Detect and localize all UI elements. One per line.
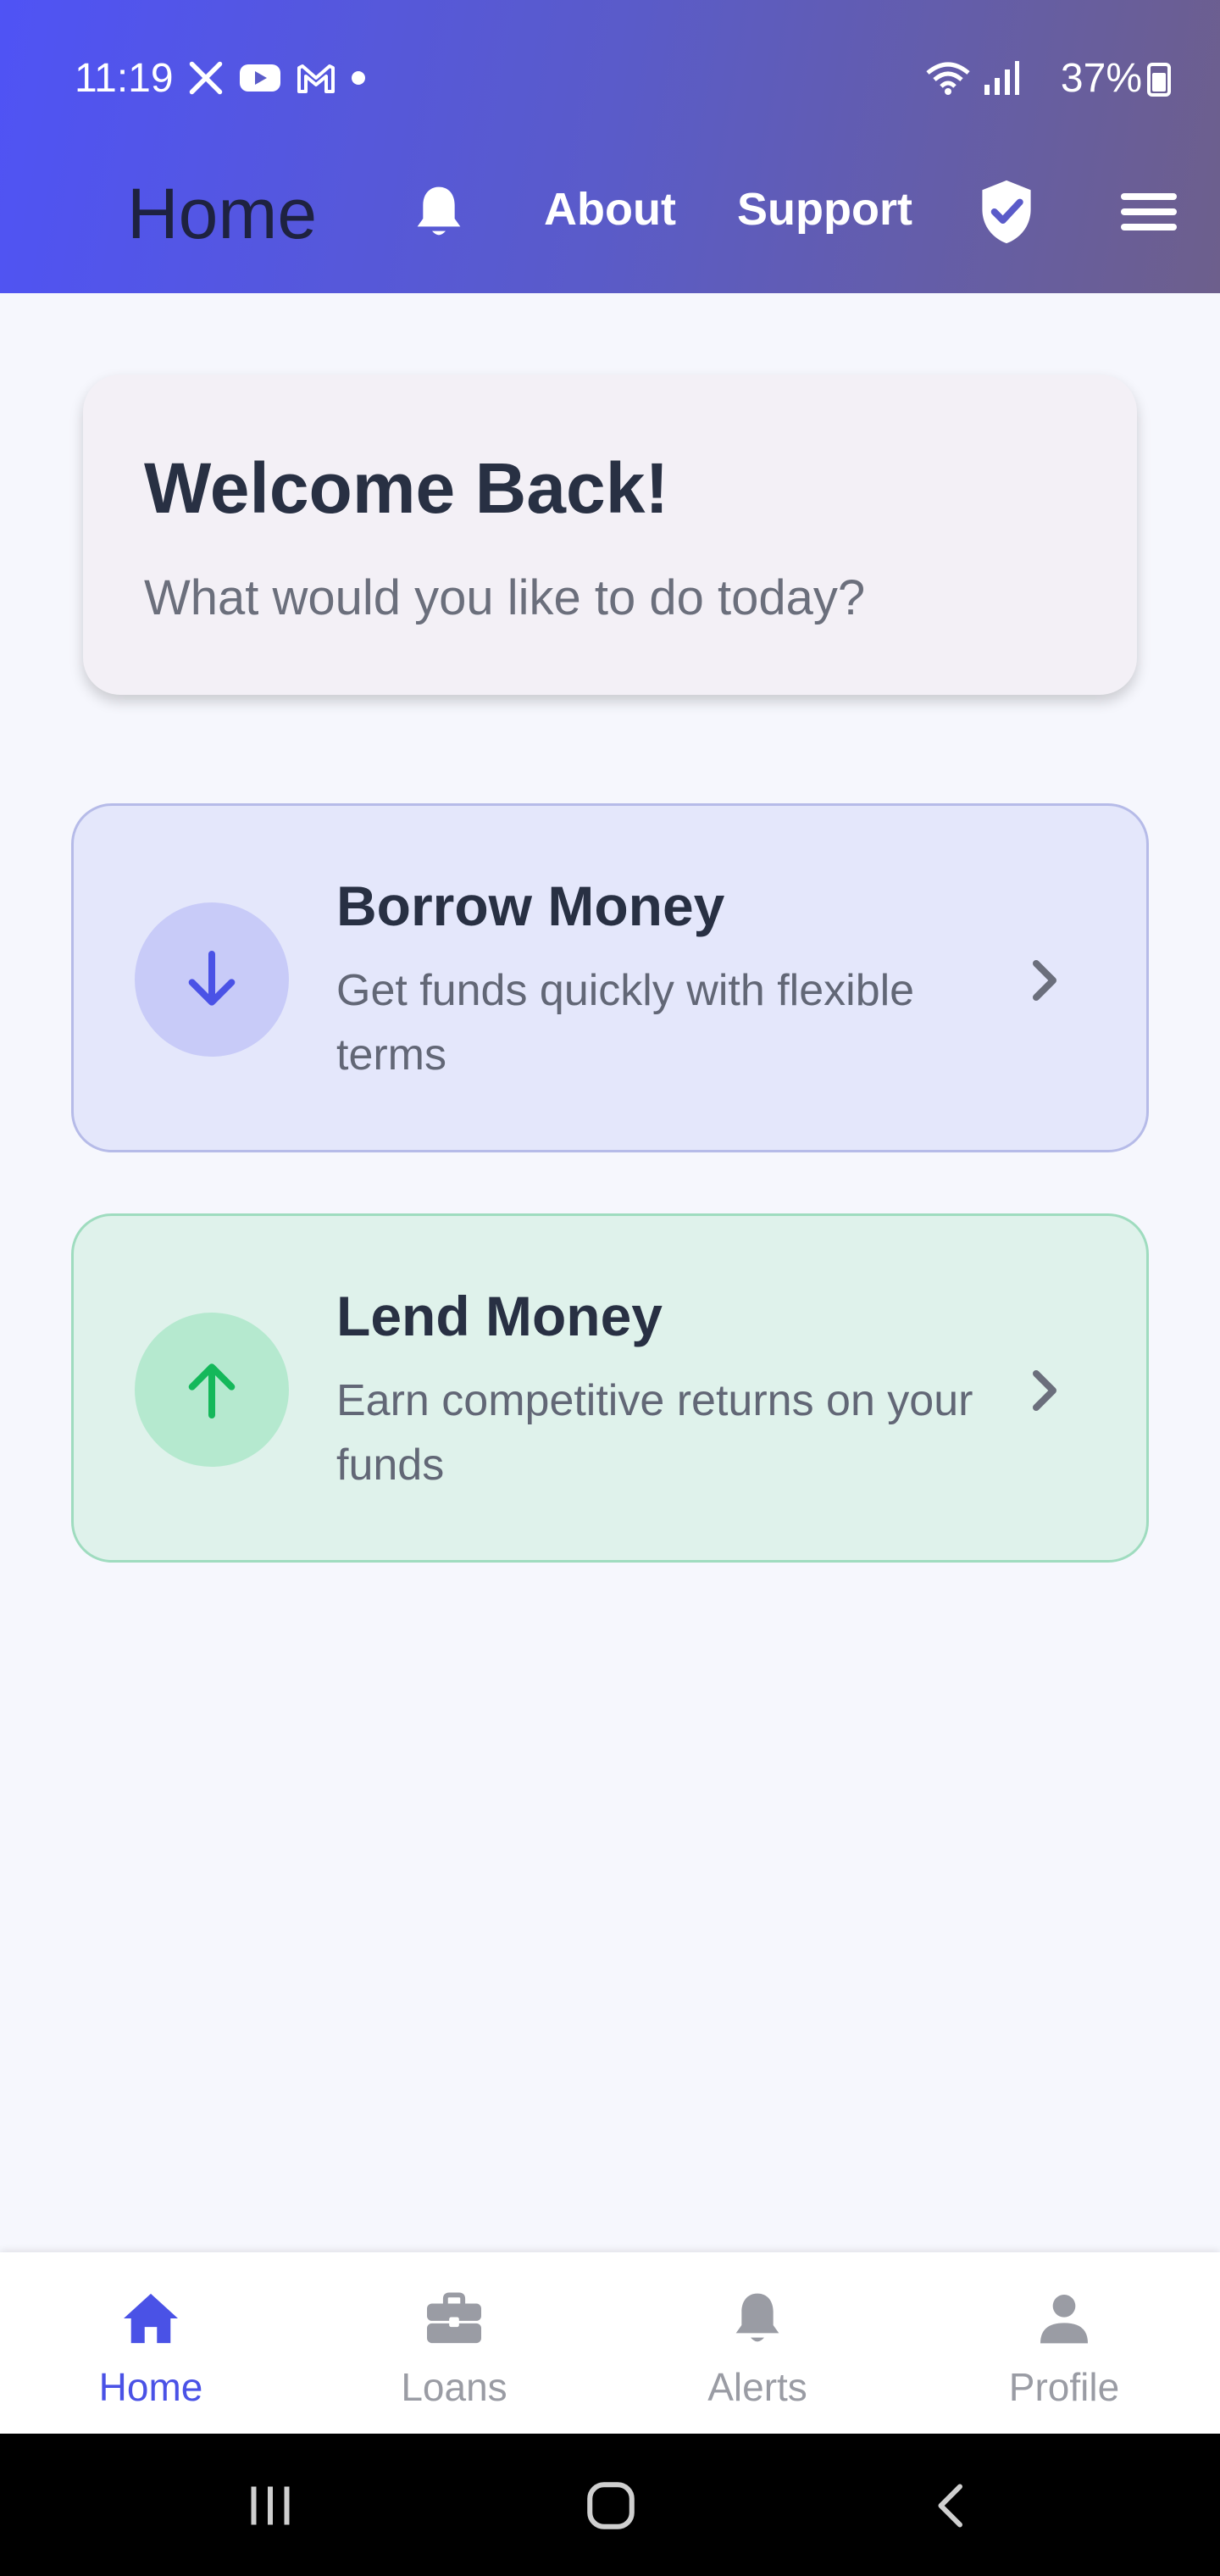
bottom-nav-alerts[interactable]: Alerts [656, 2271, 859, 2423]
hamburger-menu-icon [1121, 193, 1177, 230]
person-icon [1030, 2285, 1098, 2352]
bottom-nav: Home Loans Alerts Profile [0, 2252, 1220, 2434]
dot-icon [350, 69, 367, 86]
x-app-icon [187, 59, 225, 97]
bottom-nav-label: Alerts [707, 2365, 807, 2409]
shield-check-icon [982, 180, 1031, 244]
lend-icon-circle [135, 1313, 289, 1467]
screen: 11:19 37% Home About Support Welcome Bac… [0, 0, 1220, 2576]
bottom-nav-loans[interactable]: Loans [352, 2271, 556, 2423]
battery-icon [1147, 63, 1171, 97]
bell-icon [417, 186, 461, 236]
borrow-title: Borrow Money [336, 874, 725, 937]
battery-percent: 37% [1060, 55, 1142, 101]
lend-money-card[interactable]: Lend Money Earn competitive returns on y… [71, 1213, 1149, 1563]
page-title: Home [127, 174, 318, 253]
chevron-right-icon [1021, 1357, 1068, 1424]
borrow-icon-circle [135, 902, 289, 1057]
recent-apps-button[interactable] [232, 2468, 308, 2544]
bottom-nav-profile[interactable]: Profile [962, 2271, 1166, 2423]
system-back-button[interactable] [913, 2468, 990, 2544]
nav-about-link[interactable]: About [544, 183, 676, 236]
arrow-up-icon [188, 1363, 236, 1418]
nav-support-link[interactable]: Support [737, 183, 912, 236]
home-outline-icon [587, 2482, 635, 2529]
bottom-nav-home[interactable]: Home [49, 2271, 252, 2423]
recent-apps-icon [251, 2486, 290, 2525]
bottom-nav-label: Home [98, 2365, 203, 2409]
wifi-icon [923, 59, 973, 97]
gmail-icon [296, 61, 336, 95]
app-bar: Home About Support [0, 153, 1220, 271]
welcome-title: Welcome Back! [144, 448, 669, 528]
bottom-nav-label: Profile [1008, 2365, 1120, 2409]
back-icon [938, 2484, 962, 2528]
security-button[interactable] [973, 175, 1040, 249]
briefcase-icon [420, 2285, 488, 2352]
youtube-icon [238, 61, 282, 95]
signal-icon [983, 59, 1020, 97]
status-left: 11:19 [75, 55, 367, 102]
welcome-subtitle: What would you like to do today? [144, 570, 866, 625]
system-home-button[interactable] [573, 2468, 649, 2544]
notifications-button[interactable] [405, 178, 473, 246]
bell-icon [724, 2285, 791, 2352]
status-time: 11:19 [75, 55, 174, 101]
bottom-nav-label: Loans [401, 2365, 507, 2409]
status-right [923, 59, 1020, 97]
status-bar: 11:19 37% [0, 42, 1220, 114]
menu-button[interactable] [1115, 183, 1183, 241]
lend-description: Earn competitive returns on your funds [336, 1376, 973, 1490]
chevron-right-icon [1021, 947, 1068, 1014]
borrow-description: Get funds quickly with flexible terms [336, 966, 915, 1080]
arrow-down-icon [188, 951, 236, 1006]
system-nav-bar [0, 2434, 1220, 2576]
borrow-money-card[interactable]: Borrow Money Get funds quickly with flex… [71, 803, 1149, 1152]
home-icon [117, 2285, 185, 2352]
welcome-card: Welcome Back! What would you like to do … [83, 375, 1137, 695]
header: 11:19 37% Home About Support [0, 0, 1220, 293]
lend-title: Lend Money [336, 1285, 663, 1347]
